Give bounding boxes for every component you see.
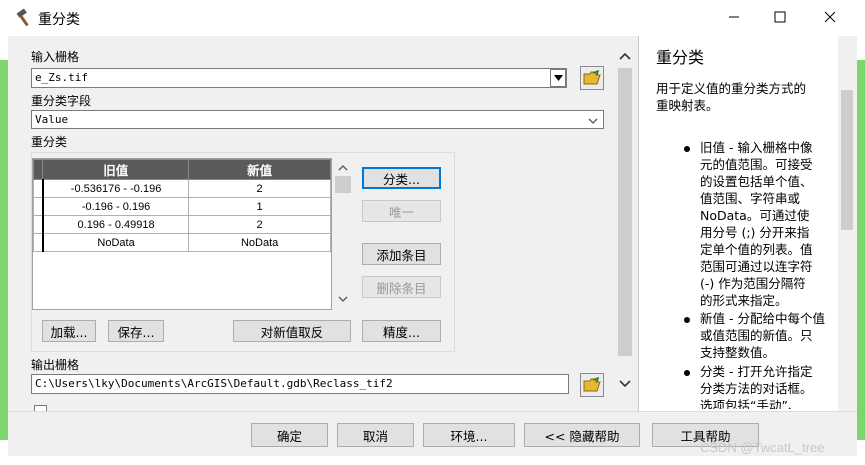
output-raster-field[interactable]: C:\Users\lky\Documents\ArcGIS\Default.gd… [31,374,569,394]
environments-button[interactable]: 环境... [423,423,515,447]
help-line: 新值 - 分配给中每个值 [700,311,825,326]
remap-grid: 旧值 新值 -0.536176 - -0.196 2 -0.196 - 0.19… [32,159,331,252]
delete-entry-button[interactable]: 删除条目 [362,276,441,298]
help-intro-line: 重映射表。 [656,98,719,113]
output-raster-browse-button[interactable] [580,373,604,397]
help-line: 选项包括“手动”、 [700,398,801,409]
help-line: 的形式来指定。 [700,293,788,308]
help-line: 值范围、字符串或 [700,191,801,206]
help-line: 用分号 (;) 分开来指 [700,225,810,240]
help-bullet-dot [684,146,690,152]
help-bullet-dot [684,317,690,323]
reverse-new-values-button[interactable]: 对新值取反 [233,320,351,342]
old-value-cell[interactable]: -0.196 - 0.196 [42,197,190,216]
table-row[interactable]: -0.536176 - -0.196 2 [32,179,331,198]
reclass-field-chevron-icon [588,114,598,128]
add-entry-button[interactable]: 添加条目 [362,243,441,265]
old-value-cell[interactable]: -0.536176 - -0.196 [42,179,190,198]
background-edge-right [857,60,865,440]
help-line: 的设置包括单个值、 [700,174,813,189]
chevron-down-icon [553,75,563,81]
row-selector[interactable] [32,215,44,234]
table-row[interactable]: NoData NoData [32,233,331,252]
scroll-thumb[interactable] [335,176,351,193]
row-selector[interactable] [32,197,44,216]
save-button[interactable]: 保存... [108,320,164,342]
input-raster-browse-button[interactable] [580,66,604,90]
old-value-cell[interactable]: 0.196 - 0.49918 [42,215,190,234]
new-value-cell[interactable]: 1 [188,197,331,216]
scroll-down-icon[interactable] [619,380,631,388]
scroll-thumb[interactable] [841,90,853,230]
help-bullet-old-value: 旧值 - 输入栅格中像 元的值范围。可接受 的设置包括单个值、 值范围、字符串或… [700,139,813,309]
help-bullet-classify: 分类 - 打开允许指定 分类方法的对话框。 选项包括“手动”、 [700,363,813,409]
help-line: 分类方法的对话框。 [700,381,813,396]
unique-button[interactable]: 唯一 [362,200,441,222]
cancel-button[interactable]: 取消 [337,423,414,447]
help-line: 支持整数值。 [700,345,776,360]
row-selector[interactable] [32,179,44,198]
help-line: NoData。可通过使 [700,208,810,223]
help-line: 分类 - 打开允许指定 [700,364,813,379]
watermark: CSDN @TwcatL_tree [700,440,825,455]
table-row[interactable]: 0.196 - 0.49918 2 [32,215,331,234]
background-edge-left [0,60,8,440]
reclass-label: 重分类 [31,135,68,149]
new-value-cell[interactable]: NoData [188,233,331,252]
load-button[interactable]: 加载... [42,320,96,342]
help-title: 重分类 [656,48,705,67]
header-new-value[interactable]: 新值 [188,159,331,180]
reclass-field-select[interactable]: Value [31,110,604,129]
open-folder-icon [583,70,601,85]
input-raster-dropdown[interactable] [550,69,566,87]
help-bullet-dot [684,370,690,376]
hide-help-button[interactable]: << 隐藏帮助 [524,423,640,447]
minimize-button[interactable] [711,0,757,34]
header-old-value[interactable]: 旧值 [42,159,190,180]
scroll-up-icon[interactable] [338,164,348,171]
title-bar: 重分类 [0,0,865,36]
scroll-thumb[interactable] [618,68,632,356]
scroll-down-icon[interactable] [338,296,348,303]
help-intro: 用于定义值的重分类方式的 重映射表。 [656,80,806,114]
help-line: 旧值 - 输入栅格中像 [700,140,813,155]
output-raster-label: 输出栅格 [31,358,80,372]
form-scrollbar[interactable] [614,40,636,400]
help-bullet-new-value: 新值 - 分配给中每个值 或值范围的新值。只 支持整数值。 [700,310,825,361]
footer-separator [8,411,857,412]
classify-button[interactable]: 分类... [362,167,441,189]
old-value-cell[interactable]: NoData [42,233,190,252]
window-title: 重分类 [38,12,80,28]
help-line: (-) 作为范围分隔符 [700,276,806,291]
help-line: 或值范围的新值。只 [700,328,813,343]
remap-table[interactable]: 旧值 新值 -0.536176 - -0.196 2 -0.196 - 0.19… [32,158,332,310]
maximize-button[interactable] [757,0,803,34]
reclass-field-label: 重分类字段 [31,94,92,108]
new-value-cell[interactable]: 2 [188,179,331,198]
help-scrollbar[interactable] [838,40,856,410]
input-raster-field[interactable]: e_Zs.tif [31,68,567,88]
row-selector[interactable] [32,233,44,252]
help-line: 元的值范围。可接受 [700,157,813,172]
close-button[interactable] [807,0,853,34]
input-raster-label: 输入栅格 [31,50,80,64]
hammer-icon [14,8,34,28]
new-value-cell[interactable]: 2 [188,215,331,234]
precision-button[interactable]: 精度... [362,320,441,342]
help-intro-line: 用于定义值的重分类方式的 [656,81,807,96]
open-folder-icon [583,377,601,392]
scroll-up-icon[interactable] [619,52,631,60]
table-row[interactable]: -0.196 - 0.196 1 [32,197,331,216]
help-line: 范围可通过以连字符 [700,259,813,274]
help-line: 定单个值的列表。值 [700,242,813,257]
remap-table-scrollbar[interactable] [333,158,353,310]
ok-button[interactable]: 确定 [251,423,328,447]
grid-corner [32,159,44,180]
